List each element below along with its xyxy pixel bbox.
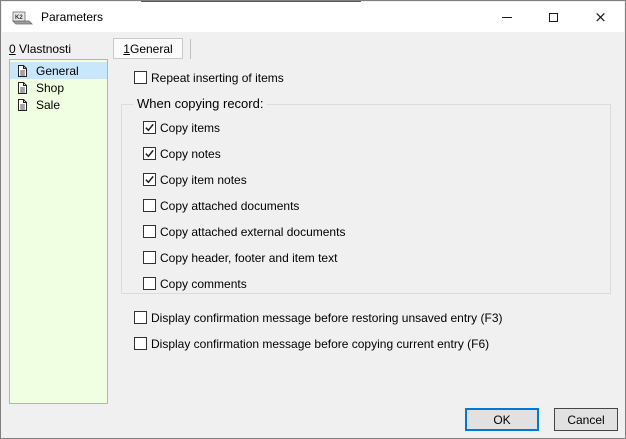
maximize-button[interactable] bbox=[530, 2, 577, 32]
sidebar-item-shop[interactable]: Shop bbox=[10, 79, 107, 96]
checkbox-copy-attached-documents[interactable] bbox=[143, 199, 156, 212]
checkbox-copy-comments[interactable] bbox=[143, 277, 156, 290]
checkbox-label: Copy item notes bbox=[160, 173, 247, 187]
document-icon bbox=[17, 98, 28, 112]
checkbox-display-confirmation-message-before-restoring-unsaved-entry-f3[interactable] bbox=[134, 311, 147, 324]
checkbox-display-confirmation-message-before-copying-current-entry-f6[interactable] bbox=[134, 337, 147, 350]
tab-general[interactable]: 1 General bbox=[113, 38, 183, 59]
sidebar-label-accelerator: 0 bbox=[9, 42, 16, 56]
tab-accelerator: 1 bbox=[123, 42, 130, 56]
checkbox-label: Copy header, footer and item text bbox=[160, 251, 337, 265]
checkbox-copy-notes[interactable] bbox=[143, 147, 156, 160]
checkbox-label: Copy comments bbox=[160, 277, 247, 291]
checkbox-row[interactable]: Copy notes bbox=[143, 147, 610, 160]
titlebar[interactable]: K2 Parameters × bbox=[2, 2, 624, 32]
document-icon bbox=[17, 81, 28, 95]
checkbox-label: Copy attached documents bbox=[160, 199, 299, 213]
checkbox-row[interactable]: Copy attached external documents bbox=[143, 225, 610, 238]
checkbox-label: Display confirmation message before copy… bbox=[151, 337, 489, 351]
checkbox-row[interactable]: Copy header, footer and item text bbox=[143, 251, 610, 264]
checkbox-row[interactable]: Copy attached documents bbox=[143, 199, 610, 212]
close-icon: × bbox=[594, 10, 607, 25]
checkbox-label: Copy attached external documents bbox=[160, 225, 345, 239]
bottom-checkbox-area: Display confirmation message before rest… bbox=[134, 311, 503, 363]
k2-app-icon: K2 bbox=[11, 9, 33, 25]
checkbox-row[interactable]: Copy comments bbox=[143, 277, 610, 290]
sidebar-item-general[interactable]: General bbox=[10, 62, 107, 79]
window-title: Parameters bbox=[41, 10, 103, 24]
checkbox-label: Copy items bbox=[160, 121, 220, 135]
tab-label: General bbox=[130, 42, 173, 56]
sidebar-group-label: 0 Vlastnosti bbox=[9, 42, 71, 56]
group-checkbox-area: Copy items Copy notes Copy item notes Copy … bbox=[143, 121, 610, 290]
sidebar-item-sale[interactable]: Sale bbox=[10, 96, 107, 113]
sidebar-item-label: General bbox=[36, 64, 79, 78]
check-icon bbox=[144, 174, 155, 185]
document-icon bbox=[17, 64, 28, 78]
sidebar-label-text: Vlastnosti bbox=[16, 42, 71, 56]
parameters-dialog: K2 Parameters × 0 Vlastnosti General Shop… bbox=[0, 0, 626, 439]
when-copying-record-group: When copying record: Copy itemsCopy note… bbox=[121, 104, 611, 294]
cancel-button[interactable]: Cancel bbox=[554, 408, 618, 431]
minimize-button[interactable] bbox=[483, 2, 530, 32]
svg-text:K2: K2 bbox=[15, 15, 23, 21]
checkbox-copy-item-notes[interactable] bbox=[143, 173, 156, 186]
checkbox-copy-header-footer-and-item-text[interactable] bbox=[143, 251, 156, 264]
sidebar-item-label: Shop bbox=[36, 81, 64, 95]
checkbox-row[interactable]: Copy item notes bbox=[143, 173, 610, 186]
checkbox-row[interactable]: Display confirmation message before rest… bbox=[134, 311, 503, 324]
checkbox-row[interactable]: Display confirmation message before copy… bbox=[134, 337, 503, 350]
checkbox-row[interactable]: Copy items bbox=[143, 121, 610, 134]
checkbox-label: Copy notes bbox=[160, 147, 221, 161]
tab-strip-divider bbox=[190, 39, 191, 59]
check-icon bbox=[144, 122, 155, 133]
checkbox-copy-attached-external-documents[interactable] bbox=[143, 225, 156, 238]
close-button[interactable]: × bbox=[577, 2, 624, 32]
checkbox-repeat-inserting-of-items[interactable] bbox=[134, 71, 147, 84]
group-title: When copying record: bbox=[133, 96, 267, 111]
sidebar-list[interactable]: General Shop Sale bbox=[9, 59, 108, 404]
checkbox-label: Repeat inserting of items bbox=[151, 71, 284, 85]
checkbox-copy-items[interactable] bbox=[143, 121, 156, 134]
checkbox-label: Display confirmation message before rest… bbox=[151, 311, 503, 325]
top-checkbox-area: Repeat inserting of items bbox=[134, 71, 284, 97]
minimize-icon bbox=[502, 17, 512, 18]
check-icon bbox=[144, 148, 155, 159]
maximize-icon bbox=[549, 13, 558, 22]
sidebar-item-label: Sale bbox=[36, 98, 60, 112]
checkbox-row[interactable]: Repeat inserting of items bbox=[134, 71, 284, 84]
ok-button[interactable]: OK bbox=[465, 408, 539, 431]
